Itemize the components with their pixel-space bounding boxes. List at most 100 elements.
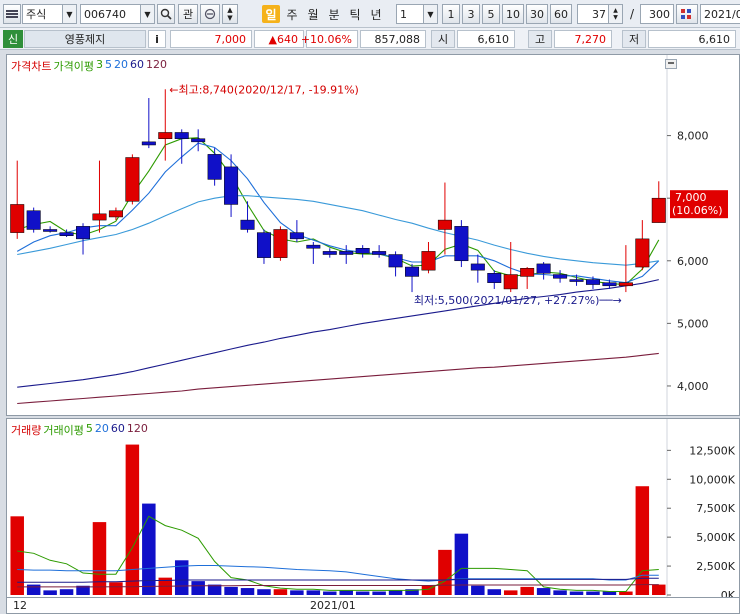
interval-60-button[interactable]: 60	[550, 4, 572, 24]
date-value: 2021/0	[704, 7, 740, 21]
candle-body	[26, 210, 41, 230]
price-chart-canvas[interactable]: 8,000 7,000 6,000 5,000 4,000 ←최고:8,740(2020/…	[7, 55, 739, 415]
candle-body	[421, 251, 436, 271]
volume-bar	[273, 589, 288, 595]
period-year-button[interactable]: 년	[367, 5, 385, 23]
quote-info-row: 신 영풍제지 i 7,000 ▲640 +10.06% 857,088 시 6,…	[0, 28, 740, 50]
spin-updown-icon[interactable]: ▲ ▼	[222, 4, 238, 24]
candle-body	[92, 213, 107, 221]
period-week-label: 주	[286, 7, 298, 22]
minimize-panel-icon[interactable]	[665, 59, 677, 69]
volume-chart-panel[interactable]: 12,500K 10,000K 7,500K 5,000K 2,500K 0K 거래량 거…	[6, 418, 740, 602]
candle-body	[437, 219, 452, 230]
candle-body	[141, 141, 156, 146]
chevron-down-icon[interactable]: ▼	[140, 5, 154, 23]
volume-bar	[43, 590, 57, 595]
candle-body	[503, 274, 518, 290]
volume-bar	[339, 590, 353, 595]
volume-bar	[503, 590, 518, 595]
price-tick-label: 5,000	[677, 317, 709, 330]
volume-bar	[569, 591, 584, 595]
candle-body	[618, 282, 633, 287]
period-day-button[interactable]: 일	[262, 5, 280, 23]
spin-updown-icon[interactable]: ▲ ▼	[608, 5, 622, 23]
volume-ma-20: 20	[94, 422, 109, 435]
volume-ma-120: 120	[126, 422, 148, 435]
count-input[interactable]: 37 ▲ ▼	[577, 4, 623, 24]
candle-body	[273, 229, 288, 258]
candle-body	[487, 273, 502, 283]
link-icon[interactable]	[200, 4, 220, 24]
interval-10-button[interactable]: 10	[502, 4, 524, 24]
candle-body	[207, 154, 222, 180]
period-month-button[interactable]: 월	[304, 5, 322, 23]
price-ma-20-line	[17, 195, 659, 266]
candle-body	[454, 226, 469, 262]
interval-3-button[interactable]: 3	[462, 4, 480, 24]
price-ma-120: 120	[145, 58, 167, 71]
interval-5-button[interactable]: 5	[482, 4, 500, 24]
period-tick-button[interactable]: 틱	[346, 5, 364, 23]
total-input[interactable]: 300	[640, 4, 674, 24]
stock-name-field[interactable]: 영풍제지	[24, 30, 146, 48]
volume-legend: 거래량 거래이평 5 20 60 120	[11, 422, 148, 438]
price-legend: 가격차트 가격이평 3 5 20 60 120	[11, 58, 167, 74]
watchlist-label: 관	[182, 8, 194, 21]
stock-code-input[interactable]: 006740 ▼	[80, 4, 155, 24]
candle-body	[224, 166, 239, 205]
candle-body	[536, 263, 551, 274]
volume-bar	[471, 585, 485, 595]
interval-30-button[interactable]: 30	[526, 4, 548, 24]
price-ma-20: 20	[113, 58, 128, 71]
interval-select[interactable]: 1 ▼	[396, 4, 438, 24]
period-month-label: 월	[307, 7, 319, 22]
date-axis: 12 2021/01	[6, 598, 740, 614]
volume-bar	[125, 444, 140, 595]
candle-body	[553, 274, 568, 279]
interval-5-label: 5	[487, 7, 495, 21]
price-ma-3: 3	[95, 58, 103, 71]
period-week-button[interactable]: 주	[283, 5, 301, 23]
volume-tick-label: 7,500K	[696, 502, 735, 515]
watchlist-button[interactable]: 관	[178, 4, 198, 24]
volume-bar	[290, 590, 304, 595]
high-label: 고	[528, 30, 552, 48]
period-tick-label: 틱	[349, 7, 361, 22]
price-ma-5: 5	[104, 58, 112, 71]
price-ma-120-line	[17, 352, 659, 405]
x-label-month: 2021/01	[310, 599, 356, 612]
volume-bar	[257, 589, 271, 595]
candle-body	[10, 204, 25, 233]
list-icon[interactable]	[3, 4, 21, 24]
period-minute-button[interactable]: 분	[325, 5, 343, 23]
high-annotation: ←최고:8,740(2020/12/17, -19.91%)	[169, 83, 359, 96]
search-icon[interactable]	[157, 4, 175, 24]
last-price-label: 7,000	[675, 191, 707, 204]
volume-bar	[240, 588, 255, 595]
interval-10-label: 10	[506, 7, 520, 21]
price-tick-label: 8,000	[677, 130, 709, 143]
candle-body	[405, 266, 420, 277]
volume-bar	[586, 591, 600, 595]
volume-chart-canvas[interactable]: 12,500K 10,000K 7,500K 5,000K 2,500K 0K	[7, 419, 739, 602]
volume-bar	[10, 516, 24, 595]
market-type-select[interactable]: 주식 ▼	[22, 4, 77, 24]
candle-body	[125, 157, 140, 202]
grid-settings-icon[interactable]	[676, 4, 698, 24]
volume-bar	[224, 586, 238, 595]
candle-body	[569, 279, 584, 282]
candle-body	[158, 132, 173, 139]
price-change-percent: +10.06%	[301, 30, 358, 48]
date-input[interactable]: 2021/0	[700, 4, 740, 24]
chevron-down-icon[interactable]: ▼	[423, 5, 437, 23]
candle-body	[108, 210, 123, 218]
interval-1-button[interactable]: 1	[442, 4, 460, 24]
market-type-value: 주식	[26, 8, 47, 21]
volume-bar	[602, 591, 617, 595]
candle-body	[372, 251, 387, 255]
volume-tick-label: 2,500K	[696, 560, 735, 573]
price-chart-panel[interactable]: 8,000 7,000 6,000 5,000 4,000 ←최고:8,740(2020/…	[6, 54, 740, 416]
stock-info-button[interactable]: i	[148, 30, 166, 48]
volume-ma-5: 5	[85, 422, 93, 435]
chevron-down-icon[interactable]: ▼	[62, 5, 76, 23]
